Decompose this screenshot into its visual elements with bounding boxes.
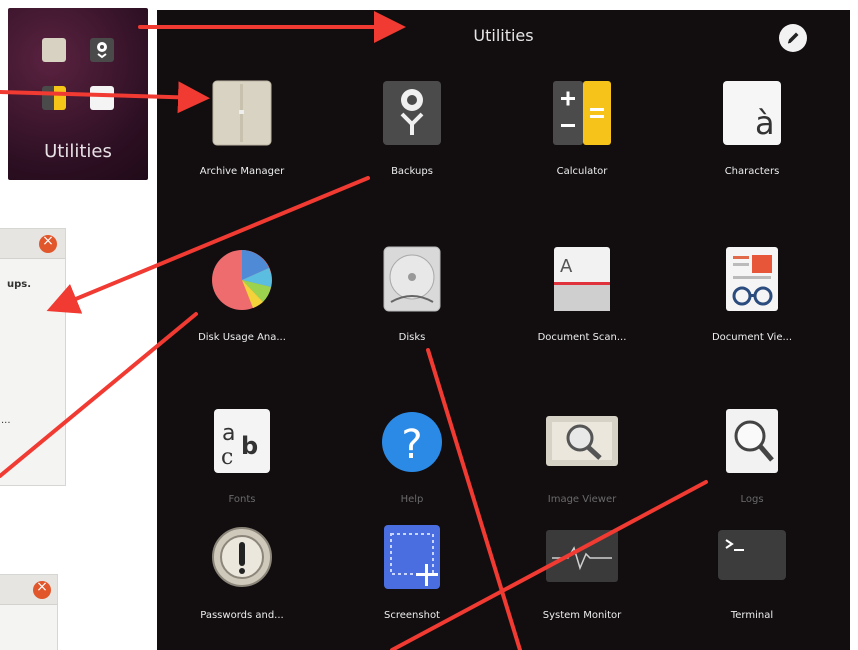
app-disk-usage-analyzer[interactable]: Disk Usage Ana... [157, 246, 327, 366]
app-document-scanner[interactable]: A Document Scan... [497, 246, 667, 366]
app-label: Document Scan... [537, 332, 627, 343]
app-label: Terminal [730, 610, 774, 621]
svg-text:c: c [221, 445, 233, 470]
close-icon[interactable] [33, 579, 51, 599]
svg-text:a: a [222, 421, 235, 446]
calculator-mini-icon [42, 86, 66, 110]
image-viewer-icon [544, 408, 620, 474]
svg-text:?: ? [401, 422, 422, 468]
help-icon: ? [381, 408, 443, 474]
characters-icon: à [721, 80, 783, 146]
svg-text:à: à [755, 104, 775, 142]
app-terminal[interactable]: Terminal [667, 524, 837, 644]
screenshot-icon [381, 524, 443, 590]
app-archive-manager[interactable]: Archive Manager [157, 80, 327, 200]
disk-usage-analyzer-icon [211, 246, 273, 312]
app-help[interactable]: ? Help [327, 408, 497, 528]
background-window [0, 574, 58, 650]
disks-icon [381, 246, 443, 312]
rename-folder-button[interactable] [779, 24, 807, 52]
app-image-viewer[interactable]: Image Viewer [497, 408, 667, 528]
app-characters[interactable]: à Characters [667, 80, 837, 200]
app-label: Disk Usage Ana... [198, 332, 286, 343]
app-label: Help [400, 494, 424, 505]
app-label: Calculator [556, 166, 608, 177]
app-label: Image Viewer [547, 494, 617, 505]
app-calculator[interactable]: Calculator [497, 80, 667, 200]
app-disks[interactable]: Disks [327, 246, 497, 366]
app-label: Document Vie... [711, 332, 793, 343]
app-label: Passwords and... [200, 610, 284, 621]
app-system-monitor[interactable]: System Monitor [497, 524, 667, 644]
backups-icon [381, 80, 443, 146]
window-text: ups. [7, 279, 32, 290]
background-window-backups: ups. ... [0, 228, 66, 486]
archive-manager-mini-icon [42, 38, 66, 62]
app-passwords-and-keys[interactable]: Passwords and... [157, 524, 327, 644]
logs-icon [721, 408, 783, 474]
passwords-icon [211, 524, 273, 590]
app-label: Disks [398, 332, 426, 343]
utilities-folder-thumbnail[interactable]: Utilities [8, 8, 148, 180]
folder-label: Utilities [44, 141, 112, 162]
pencil-icon [787, 32, 799, 44]
app-document-viewer[interactable]: Document Vie... [667, 246, 837, 366]
app-label: System Monitor [542, 610, 622, 621]
app-screenshot[interactable]: Screenshot [327, 524, 497, 644]
folder-title[interactable]: Utilities [157, 26, 850, 45]
terminal-icon [716, 524, 788, 590]
window-text: ... [1, 415, 11, 426]
characters-mini-icon [90, 86, 114, 110]
app-label: Backups [391, 166, 433, 177]
app-fonts[interactable]: a c b Fonts [157, 408, 327, 528]
app-label: Characters [724, 166, 780, 177]
fonts-icon: a c b [211, 408, 273, 474]
screenshot-stage: Utilities ups. ... Utilities [0, 0, 858, 650]
calculator-icon [551, 80, 613, 146]
app-label: Screenshot [384, 610, 440, 621]
app-label: Fonts [228, 494, 256, 505]
svg-text:b: b [241, 432, 258, 460]
system-monitor-icon [544, 524, 620, 590]
svg-text:A: A [560, 256, 573, 277]
archive-manager-icon [211, 80, 273, 146]
app-backups[interactable]: Backups [327, 80, 497, 200]
app-label: Logs [740, 494, 764, 505]
utilities-folder-panel: Utilities Archive Manager Backups Calcul… [157, 10, 850, 650]
backups-mini-icon [90, 38, 114, 62]
app-logs[interactable]: Logs [667, 408, 837, 528]
document-viewer-icon [721, 246, 783, 312]
document-scanner-icon: A [551, 246, 613, 312]
close-icon[interactable] [39, 233, 57, 253]
app-label: Archive Manager [199, 166, 285, 177]
